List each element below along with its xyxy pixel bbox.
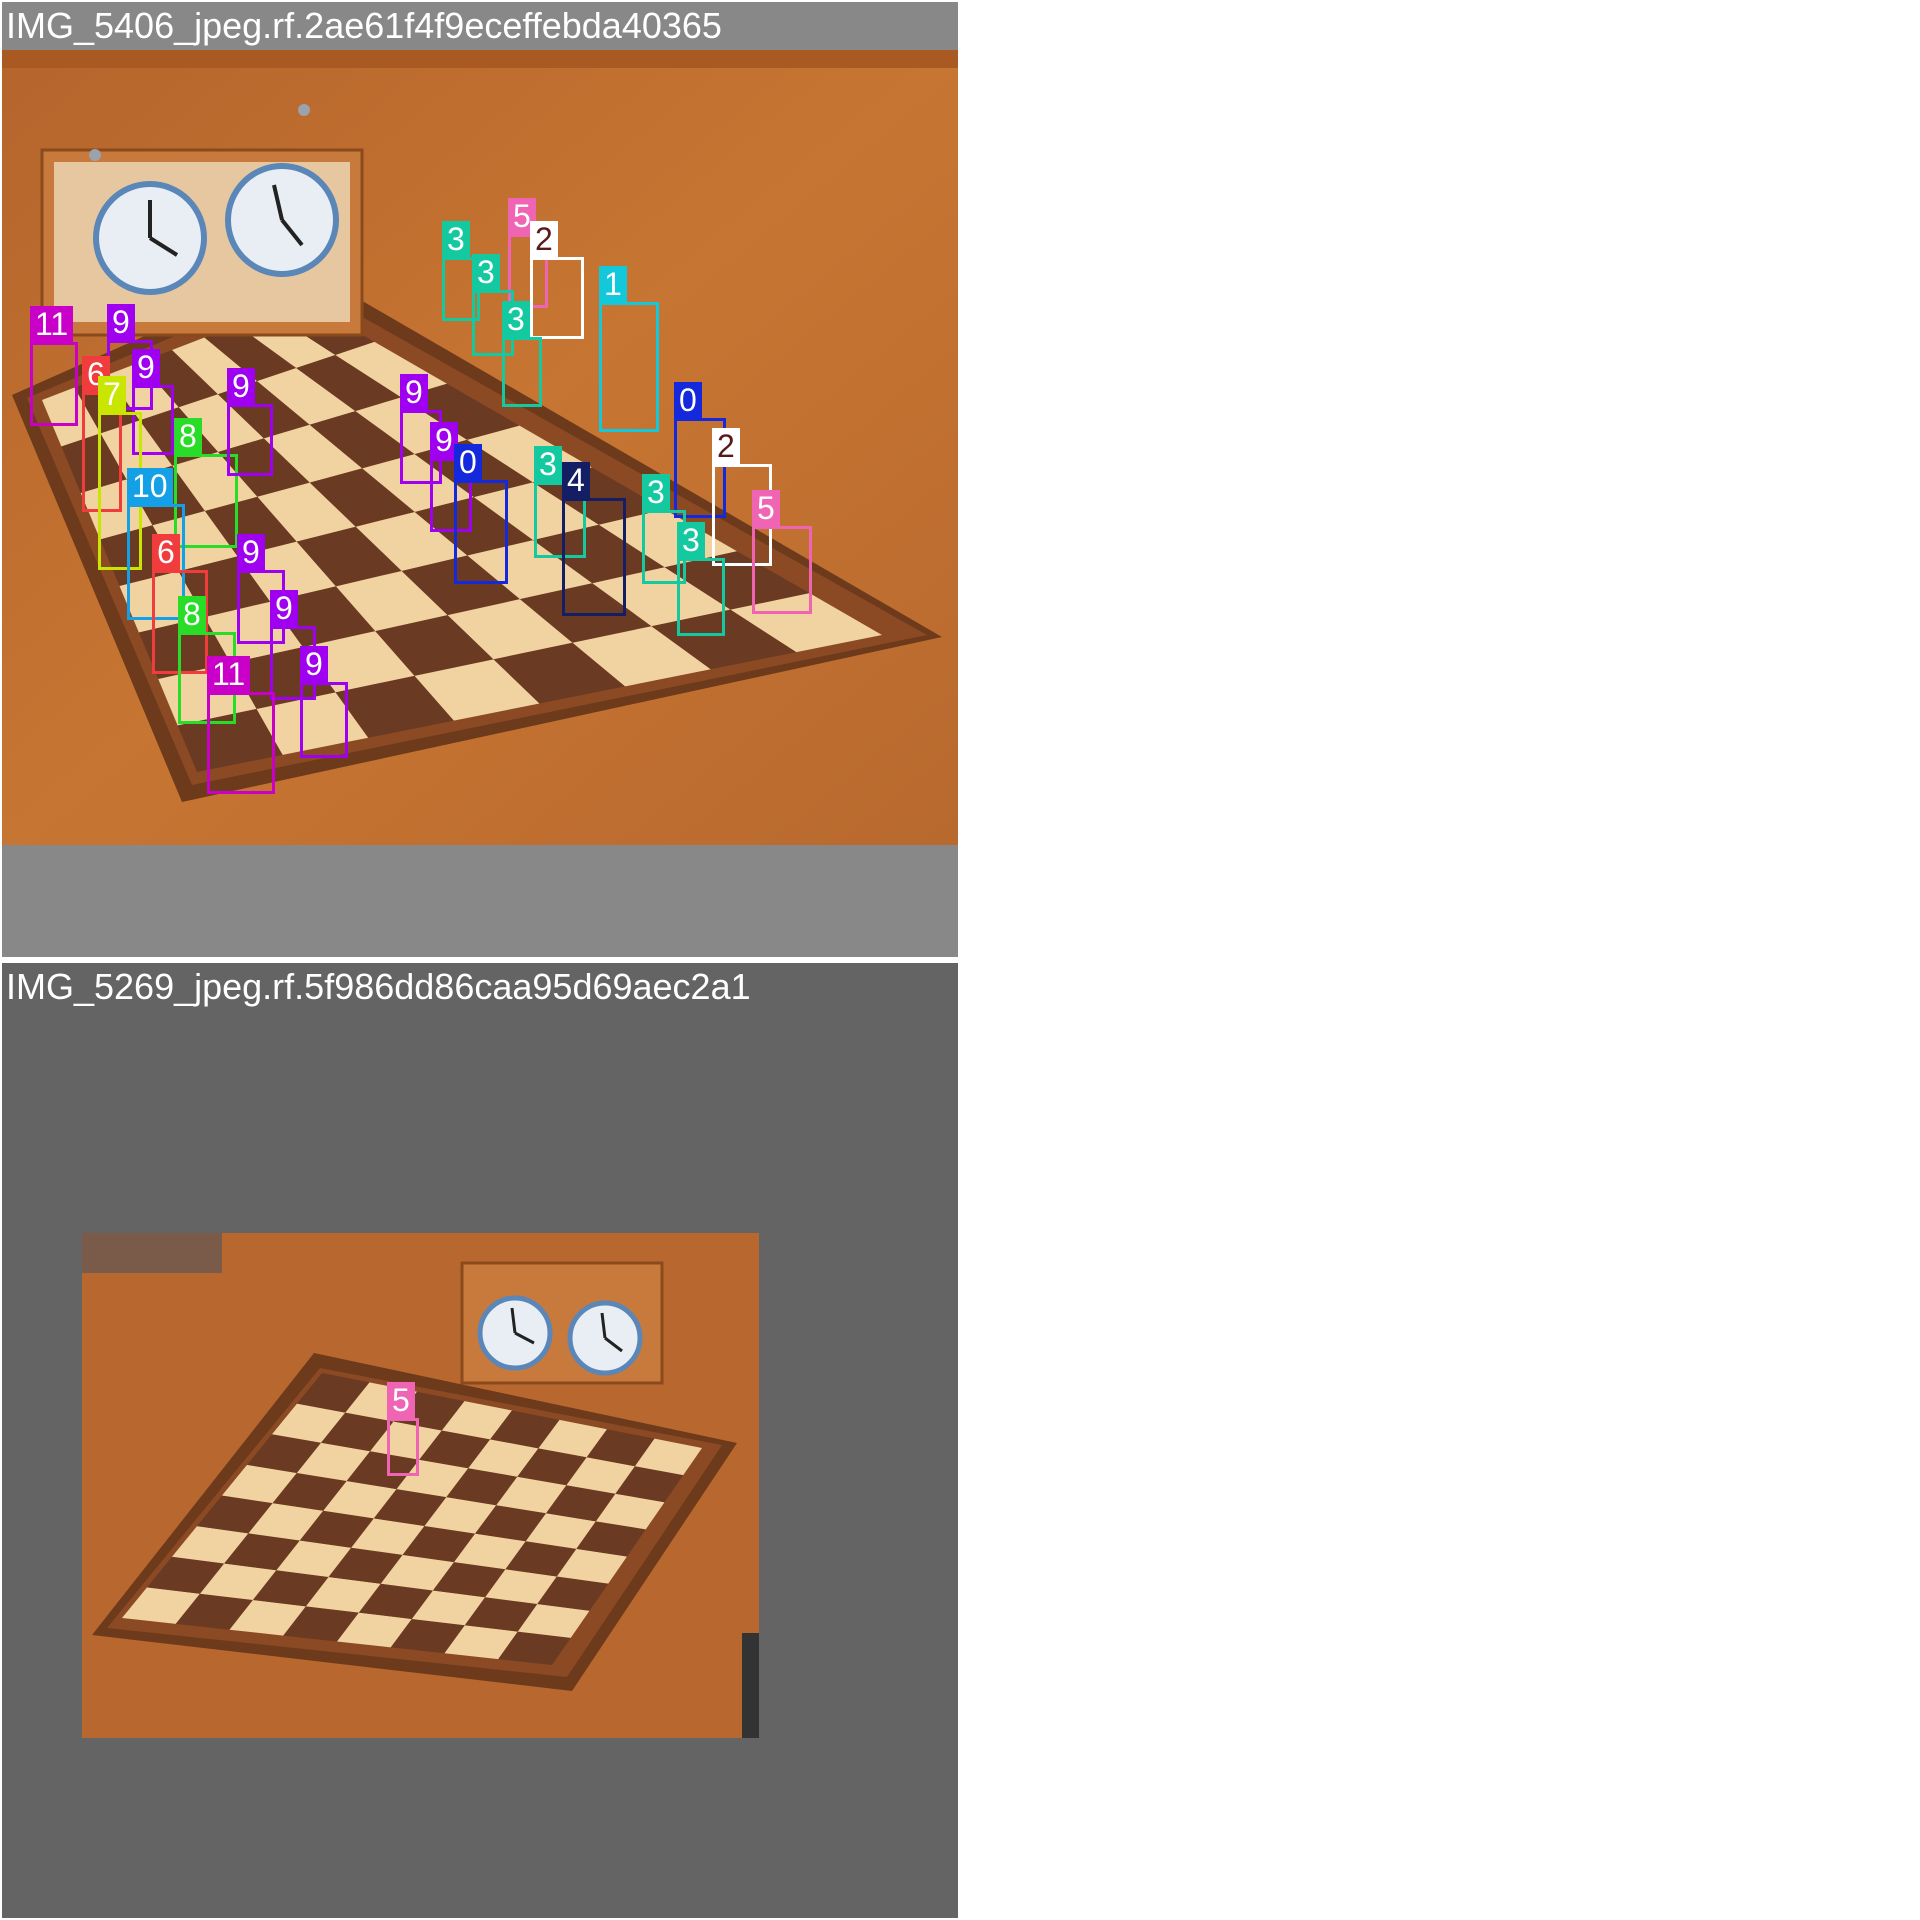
detection-box	[599, 302, 659, 432]
detection-label: 11	[207, 656, 251, 692]
detection-label: 4	[562, 462, 590, 498]
detection-label: 6	[152, 534, 180, 570]
detection-box	[562, 498, 626, 616]
detection-box	[300, 682, 348, 758]
panel-title: IMG_5406_jpeg.rf.2ae61f4f9eceffebda40365	[6, 5, 722, 46]
detection-label: 3	[472, 254, 500, 290]
chessboard-photo	[82, 1233, 759, 1738]
detection-label: 9	[107, 304, 135, 340]
detection-box	[677, 558, 725, 636]
detection-label: 0	[674, 382, 702, 418]
detection-label: 8	[174, 418, 202, 454]
detection-label: 5	[387, 1382, 415, 1418]
detection-box	[502, 337, 542, 407]
detection-label: 7	[98, 376, 126, 412]
detection-label: 1	[599, 266, 627, 302]
detection-box	[530, 257, 584, 339]
detection-label: 3	[502, 301, 530, 337]
detection-label: 0	[454, 444, 482, 480]
detection-label: 9	[132, 349, 160, 385]
detection-box	[30, 342, 78, 426]
detection-label: 3	[677, 522, 705, 558]
detection-label: 9	[237, 534, 265, 570]
detection-label: 11	[30, 306, 74, 342]
chessboard-photo-drawing	[82, 1233, 759, 1738]
detection-box	[752, 526, 812, 614]
detection-label: 3	[534, 446, 562, 482]
detection-box	[207, 692, 275, 794]
detection-box	[227, 404, 273, 476]
detection-label: 5	[752, 490, 780, 526]
detection-label: 2	[530, 221, 558, 257]
image-panel-2: IMG_5269_jpeg.rf.5f986dd86caa95d69aec2a1…	[2, 963, 958, 1918]
detection-box	[387, 1418, 419, 1476]
detection-label: 9	[300, 646, 328, 682]
panel-title: IMG_5269_jpeg.rf.5f986dd86caa95d69aec2a1	[6, 966, 751, 1007]
detection-label: 9	[400, 374, 428, 410]
detection-label: 2	[712, 428, 740, 464]
detection-label: 8	[178, 596, 206, 632]
detection-label: 3	[442, 221, 470, 257]
image-panel-1: IMG_5406_jpeg.rf.2ae61f4f9eceffebda40365	[2, 2, 958, 957]
detection-label: 10	[127, 468, 173, 504]
detection-label: 3	[642, 474, 670, 510]
detection-label: 9	[227, 368, 255, 404]
detection-box	[454, 480, 508, 584]
detection-label: 9	[270, 590, 298, 626]
